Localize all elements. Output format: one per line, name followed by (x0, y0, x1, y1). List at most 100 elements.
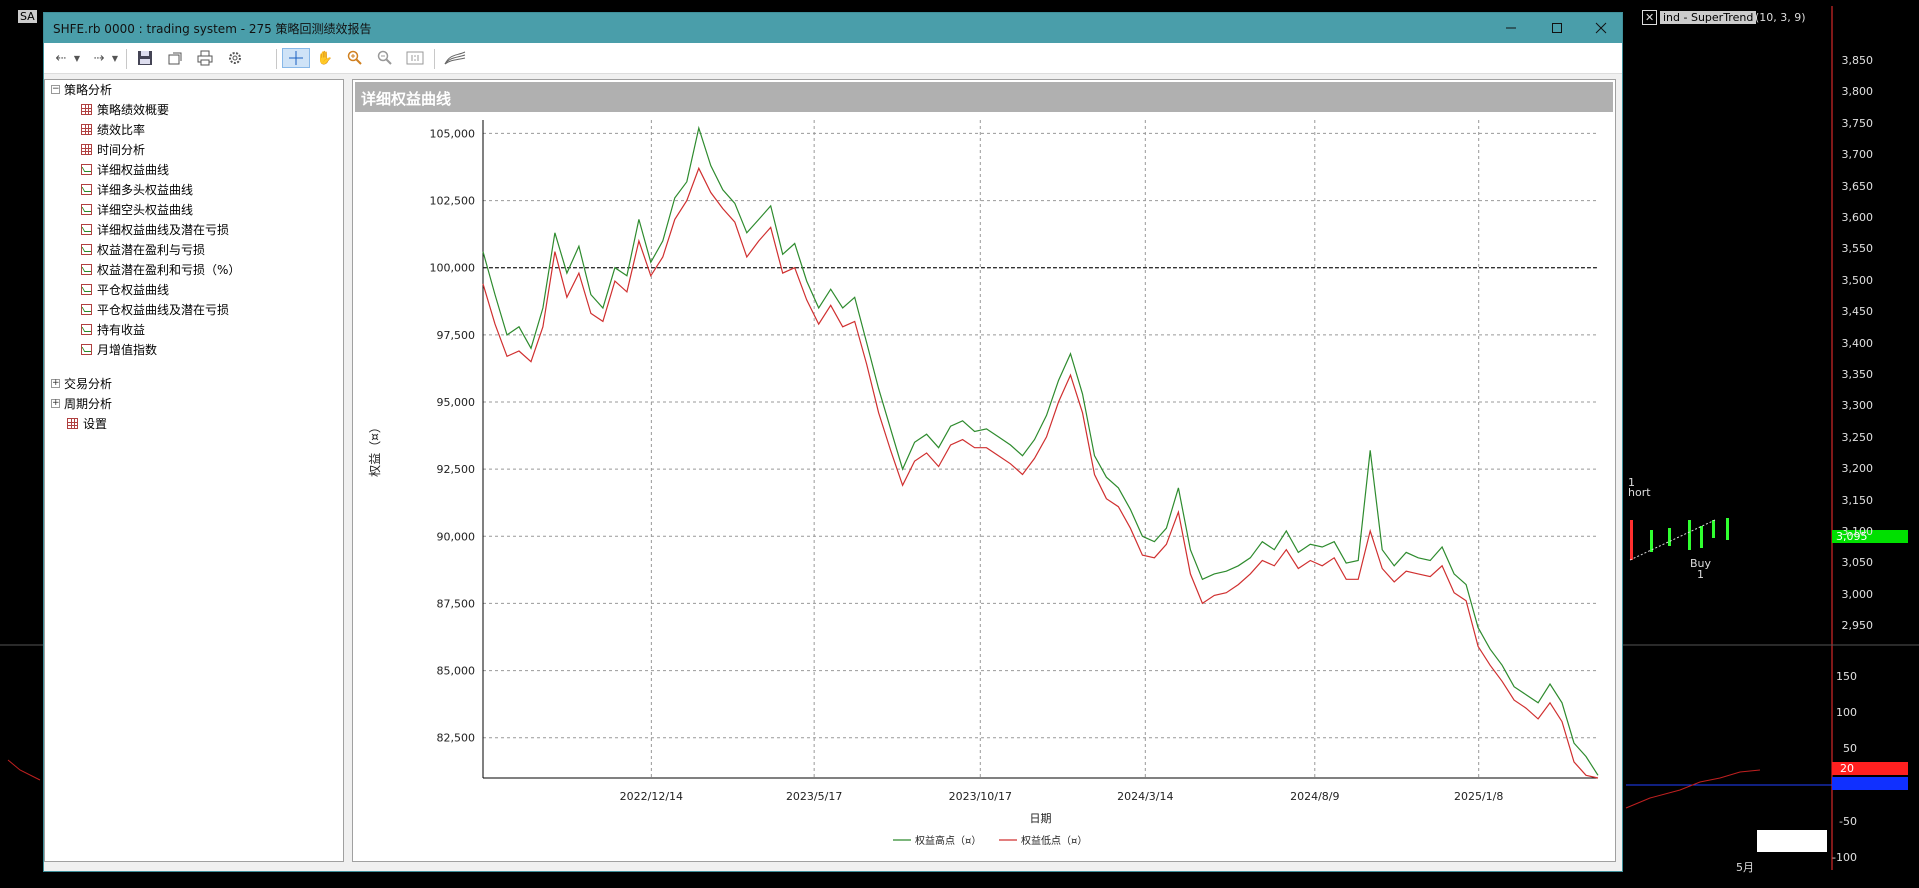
tree-node-settings[interactable]: 设置 (67, 414, 107, 432)
gear-icon (229, 52, 241, 64)
tree-item[interactable]: 详细权益曲线 (81, 160, 169, 178)
zoom-in-button[interactable] (344, 48, 366, 68)
x-tick-label: 2023/5/17 (786, 790, 842, 803)
x-tick-label: 2025/1/8 (1454, 790, 1503, 803)
price-tick: 3,050 (1841, 556, 1874, 570)
zoom-out-button[interactable] (374, 48, 396, 68)
tree-item-label: 策略绩效概要 (97, 102, 170, 117)
table-icon (81, 123, 92, 135)
tree-item[interactable]: 月增值指数 (81, 340, 157, 358)
title-bar[interactable]: SHFE.rb 0000 : trading system - 275 策略回测… (44, 13, 1622, 43)
x-tick-label: 2024/3/14 (1117, 790, 1173, 803)
tree-item[interactable]: 权益潜在盈利与亏损 (81, 240, 205, 258)
x-tick-label: 2024/8/9 (1290, 790, 1339, 803)
tree-node-strategy-analysis[interactable]: − 策略分析 (51, 80, 112, 98)
chart-icon (81, 323, 92, 335)
symbol-badge: SA (18, 10, 37, 23)
chart-icon (81, 223, 92, 235)
osc-tick: 100 (1836, 706, 1857, 719)
tree-item-label: 时间分析 (97, 142, 146, 157)
price-tick: 3,650 (1841, 179, 1874, 193)
equity-chart[interactable]: 82,500 85,000 87,500 90,000 92,500 95,000 97,5… (353, 114, 1615, 859)
close-icon[interactable]: ✕ (1642, 10, 1658, 25)
expand-icon[interactable]: + (51, 378, 60, 388)
tree-item-label: 详细空头权益曲线 (97, 202, 194, 217)
save-button[interactable] (134, 48, 156, 68)
osc-tick: 50 (1843, 742, 1857, 755)
y-tick-label: 95,000 (437, 396, 476, 409)
chart-icon (81, 183, 92, 195)
month-label: 5月 (1736, 861, 1754, 874)
crosshair-icon (289, 51, 303, 65)
minimize-icon (1506, 27, 1516, 29)
tree-item-label: 持有收益 (97, 322, 146, 337)
chart-style-button[interactable] (442, 48, 468, 68)
chart-panel: 详细权益曲线 82,500 85,000 87,500 90,000 92,500 95,… (352, 79, 1616, 862)
price-tick: 3,000 (1841, 587, 1874, 601)
y-tick-label: 102,500 (430, 195, 476, 208)
price-tick: 2,950 (1841, 619, 1874, 633)
export-button[interactable] (164, 48, 186, 68)
tree-node-period-analysis[interactable]: + 周期分析 (51, 394, 112, 412)
chart-lines-icon (444, 51, 466, 65)
back-button[interactable]: ⇠ (50, 48, 72, 68)
close-button[interactable] (1578, 13, 1624, 43)
print-button[interactable] (194, 48, 216, 68)
tree-item[interactable]: 时间分析 (81, 140, 145, 158)
price-tick: 3,350 (1841, 368, 1874, 381)
price-tick: 3,550 (1841, 242, 1874, 256)
y-tick-label: 100,000 (430, 262, 476, 275)
x-tick-label: 2022/12/14 (620, 790, 683, 803)
tree-item[interactable]: 绩效比率 (81, 120, 145, 138)
pan-button[interactable]: ✋ (314, 48, 336, 68)
settings-button[interactable] (224, 48, 246, 68)
minimize-button[interactable] (1488, 13, 1534, 43)
arrow-left-icon: ⇠ (55, 50, 67, 66)
tree-node-trade-analysis[interactable]: + 交易分析 (51, 374, 112, 392)
price-tick: 3,600 (1841, 211, 1874, 224)
tree-item-label: 详细权益曲线及潜在亏损 (97, 222, 230, 237)
chart-icon (81, 303, 92, 315)
tree-item-label: 平仓权益曲线及潜在亏损 (97, 302, 230, 317)
price-tick: 3,450 (1841, 305, 1874, 319)
chart-icon (81, 163, 92, 175)
table-icon (81, 103, 92, 115)
report-window: SHFE.rb 0000 : trading system - 275 策略回测… (43, 12, 1623, 872)
tree-item-label: 绩效比率 (97, 122, 146, 137)
maximize-button[interactable] (1534, 13, 1580, 43)
reset-zoom-button[interactable] (404, 48, 426, 68)
price-tick: 3,150 (1841, 493, 1874, 507)
tree-node-label: 策略分析 (64, 82, 113, 97)
forward-dropdown[interactable]: ▼ (108, 48, 122, 68)
price-tick: 3,700 (1841, 148, 1874, 162)
y-tick-label: 85,000 (437, 665, 476, 678)
tree-node-label: 交易分析 (64, 376, 113, 391)
collapse-icon[interactable]: − (51, 84, 60, 94)
chart-icon (81, 343, 92, 355)
actual-size-icon (406, 51, 424, 65)
osc-tick: -100 (1832, 851, 1857, 864)
price-tick: 3,750 (1841, 116, 1874, 130)
tree-item[interactable]: 平仓权益曲线及潜在亏损 (81, 300, 229, 318)
hand-icon: ✋ (316, 50, 334, 66)
back-dropdown[interactable]: ▼ (70, 48, 84, 68)
expand-icon[interactable]: + (51, 398, 60, 408)
forward-button[interactable]: ⇢ (88, 48, 110, 68)
tree-item[interactable]: 权益潜在盈利和亏损（%） (81, 260, 240, 278)
tree-item[interactable]: 平仓权益曲线 (81, 280, 169, 298)
osc-value-badge: 20 (1840, 762, 1854, 775)
crosshair-button[interactable] (282, 48, 310, 68)
save-icon (138, 51, 152, 65)
tree-item-label: 权益潜在盈利与亏损 (97, 242, 206, 257)
zoom-out-icon (377, 50, 392, 65)
chevron-down-icon: ▼ (111, 53, 119, 63)
tree-item-label: 平仓权益曲线 (97, 282, 170, 297)
tree-item[interactable]: 持有收益 (81, 320, 145, 338)
tree-item[interactable]: 策略绩效概要 (81, 100, 169, 118)
tree-item[interactable]: 详细多头权益曲线 (81, 180, 193, 198)
tree-item-label: 详细权益曲线 (97, 162, 170, 177)
tree-item[interactable]: 详细空头权益曲线 (81, 200, 193, 218)
tree-item[interactable]: 详细权益曲线及潜在亏损 (81, 220, 229, 238)
report-tree: − 策略分析 策略绩效概要 绩效比率时间分析详细权益曲线详细多头权益曲线详细空头权… (44, 79, 344, 862)
price-tick: 3,850 (1841, 54, 1874, 67)
